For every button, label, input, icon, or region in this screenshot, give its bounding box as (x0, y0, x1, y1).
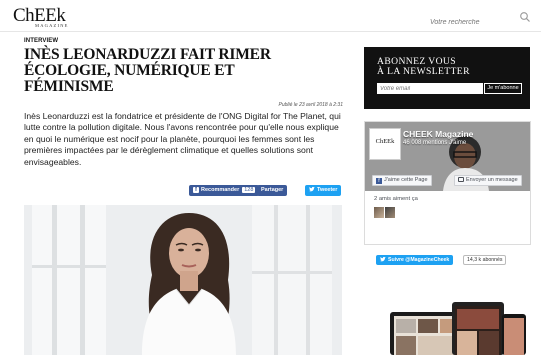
facebook-recommend-button[interactable]: f Recommander 128 (189, 185, 260, 196)
friend-avatar[interactable] (385, 207, 395, 218)
article-photo (24, 205, 342, 355)
twitter-follow-button[interactable]: Suivre @MagazineCheek (376, 255, 454, 265)
facebook-page-name[interactable]: CHEEK Magazine (403, 129, 473, 139)
twitter-follower-count[interactable]: 14,3 k abonnés (463, 255, 507, 265)
facebook-page-avatar[interactable]: ChEEk (369, 128, 401, 160)
logo-subtitle: MAGAZINE (35, 23, 69, 28)
newsletter-email-input[interactable] (377, 83, 483, 94)
article-title: INÈS LEONARDUZZI FAIT RIMER ÉCOLOGIE, NU… (24, 46, 271, 95)
recommend-label: Recommander (201, 187, 240, 193)
site-logo[interactable]: ChEEk MAGAZINE (13, 6, 67, 28)
tweet-button[interactable]: Tweeter (305, 185, 342, 196)
article-intro: Inès Leonarduzzi est la fondatrice et pr… (24, 111, 341, 167)
facebook-page-widget: ChEEk CHEEK Magazine 46 008 mentions J'a… (364, 121, 531, 245)
recommend-count: 128 (242, 187, 256, 193)
follow-label: Suivre @MagazineCheek (388, 257, 450, 263)
like-page-label: J'aime cette Page (384, 177, 428, 183)
twitter-bird-icon (309, 186, 315, 192)
facebook-icon: f (376, 178, 382, 184)
facebook-like-count: 46 008 mentions J'aime (403, 140, 467, 146)
publish-date: Publié le 23 avril 2018 à 2:31 (278, 102, 344, 108)
messenger-icon (458, 177, 464, 182)
app-devices-promo[interactable] (388, 300, 528, 355)
newsletter-subscribe-button[interactable]: Je m'abonne (484, 83, 522, 94)
portrait-image (24, 205, 342, 355)
facebook-like-page-button[interactable]: f J'aime cette Page (372, 175, 432, 186)
devices-image (390, 302, 526, 355)
newsletter-title: ABONNEZ VOUS À LA NEWSLETTER (377, 57, 470, 77)
newsletter-box: ABONNEZ VOUS À LA NEWSLETTER Je m'abonne (364, 47, 530, 109)
facebook-friends-text: 2 amis aiment ça (374, 196, 418, 202)
facebook-share-button[interactable]: Partager (257, 185, 288, 196)
message-label: Envoyer un message (466, 177, 518, 183)
facebook-message-button[interactable]: Envoyer un message (454, 175, 522, 186)
search-box (430, 11, 531, 26)
search-icon[interactable] (519, 11, 531, 23)
search-input[interactable] (430, 19, 510, 26)
article-category[interactable]: INTERVIEW (24, 38, 58, 44)
site-header: ChEEk MAGAZINE (0, 0, 541, 32)
facebook-cover[interactable]: ChEEk CHEEK Magazine 46 008 mentions J'a… (365, 122, 530, 191)
newsletter-title-line2: À LA NEWSLETTER (377, 66, 470, 77)
twitter-bird-icon (380, 256, 386, 262)
tweet-label: Tweeter (317, 187, 338, 193)
facebook-icon: f (193, 187, 199, 193)
friend-avatar[interactable] (374, 207, 384, 218)
